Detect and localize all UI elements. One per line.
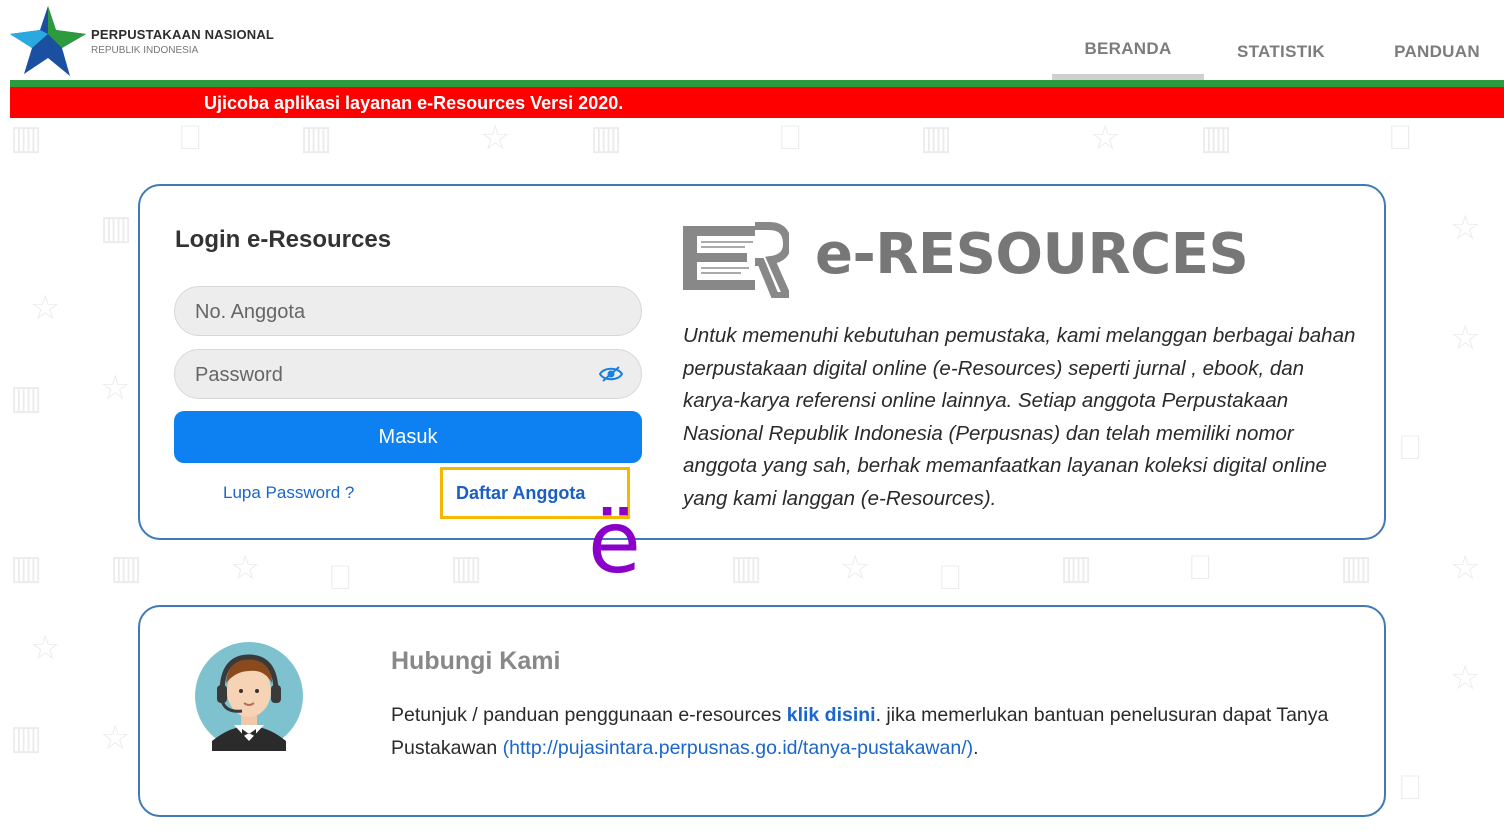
announcement-bar: Ujicoba aplikasi layanan e-Resources Ver… [10,87,1504,118]
contact-text-end: . [973,737,979,759]
brand-subtitle: REPUBLIK INDONESIA [91,45,199,56]
login-card: Login e-Resources Masuk Lupa Password ? … [138,184,1386,540]
password-input[interactable] [193,350,597,400]
eresources-logo-icon [683,222,789,298]
cursor-marker: ë [588,493,641,593]
eresources-description: Untuk memenuhi kebutuhan pemustaka, kami… [683,324,1356,510]
contact-card: Hubungi Kami Petunjuk / panduan pengguna… [138,605,1386,817]
eresources-title: e-RESOURCES [815,222,1249,287]
green-divider [10,80,1504,87]
member-number-input[interactable] [193,287,597,337]
member-number-field[interactable] [174,286,642,337]
password-field[interactable] [174,349,642,400]
perpusnas-logo-icon[interactable] [10,4,90,78]
login-title: Login e-Resources [175,226,392,253]
contact-text: Petunjuk / panduan penggunaan e-resource… [391,699,1351,765]
page: ▥ ⎕ ▥ ☆ ▥ ⎕ ▥ ☆ ▥ ⎕ ▥ ☆ ☆ ☆ ▥ ☆ ⎕ ▥ ▥ ☆ … [0,0,1504,835]
forgot-password-link[interactable]: Lupa Password ? [223,483,354,503]
brand-name: PERPUSTAKAAN NASIONAL [91,27,275,42]
top-header: PERPUSTAKAAN NASIONAL REPUBLIK INDONESIA… [0,0,1504,82]
ask-librarian-link[interactable]: (http://pujasintara.perpusnas.go.id/tany… [503,737,973,759]
eye-icon[interactable] [599,365,623,383]
contact-title: Hubungi Kami [391,647,561,675]
contact-text-intro: Petunjuk / panduan penggunaan e-resource… [391,704,787,726]
nav-statistik[interactable]: STATISTIK [1206,42,1356,62]
guide-link[interactable]: klik disini [787,704,876,726]
nav-beranda[interactable]: BERANDA [1052,39,1204,59]
login-button[interactable]: Masuk [174,411,642,463]
announcement-text: Ujicoba aplikasi layanan e-Resources Ver… [204,93,624,113]
customer-service-avatar-icon [195,642,303,751]
nav-panduan[interactable]: PANDUAN [1370,42,1504,62]
